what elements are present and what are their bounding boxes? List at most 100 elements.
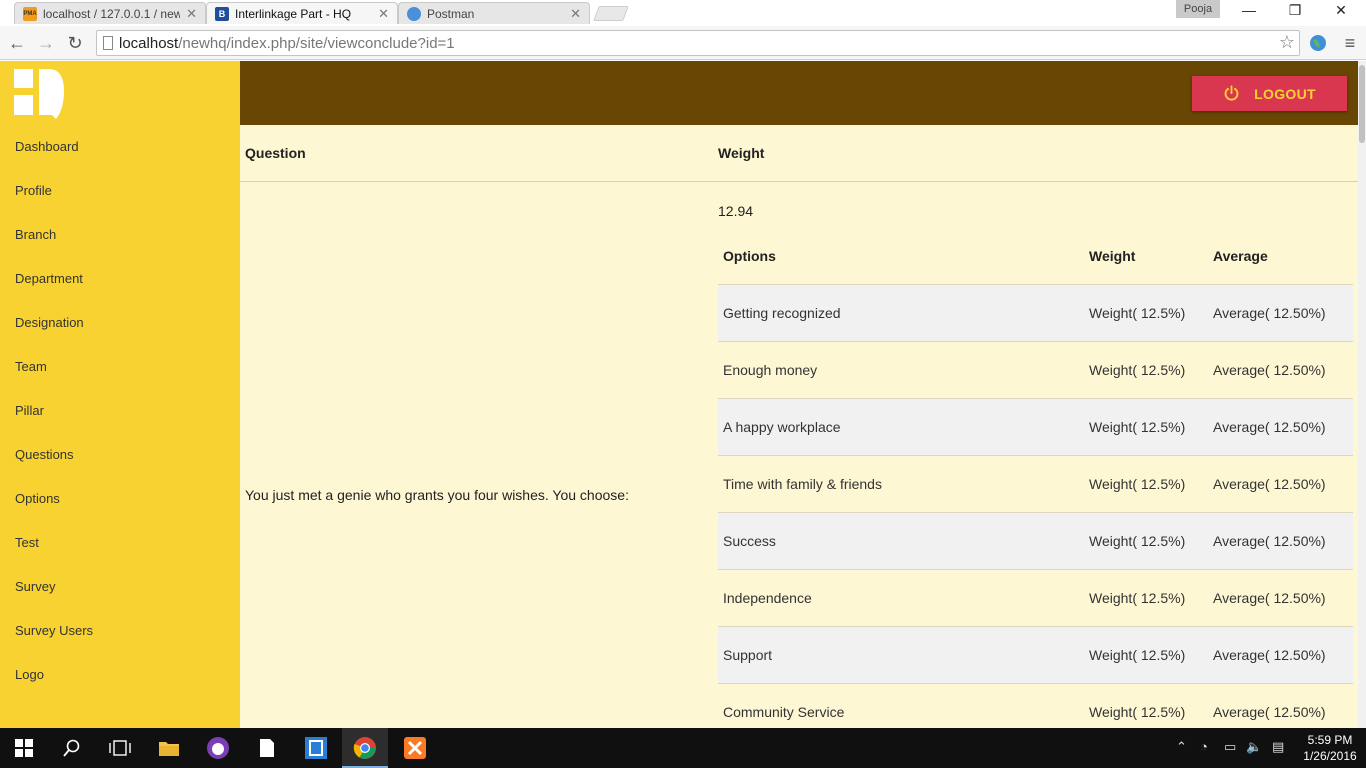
tab-title: Interlinkage Part - HQ [235, 6, 352, 21]
sidebar-item-survey[interactable]: Survey [15, 579, 55, 594]
file-explorer-icon[interactable] [155, 734, 183, 762]
url-path: /newhq/index.php/site/viewconclude?id=1 [178, 34, 455, 52]
sidebar-item-department[interactable]: Department [15, 271, 83, 286]
sidebar-item-test[interactable]: Test [15, 535, 39, 550]
option-average: Average( 12.50%) [1213, 704, 1326, 720]
forward-arrow-icon[interactable]: → [34, 31, 58, 55]
battery-icon[interactable]: ▭ [1224, 739, 1236, 755]
table-row: Success Weight( 12.5%) Average( 12.50%) [718, 512, 1353, 569]
close-tab-icon[interactable]: ✕ [378, 6, 389, 22]
globe-icon [407, 6, 421, 21]
windows-taskbar: ⌃ ◔ ▭ 🔈 ▤ 5:59 PM 1/26/2016 [0, 728, 1366, 768]
xampp-icon[interactable] [401, 734, 429, 762]
option-weight: Weight( 12.5%) [1089, 647, 1186, 663]
sidebar-item-logo[interactable]: Logo [15, 667, 44, 682]
option-name: Getting recognized [723, 305, 841, 321]
option-weight: Weight( 12.5%) [1089, 305, 1186, 321]
task-view-icon[interactable] [106, 734, 134, 762]
browser-toolbar: ← → ↻ localhost/newhq/index.php/site/vie… [0, 26, 1366, 60]
sidebar: Dashboard Profile Branch Department Desi… [0, 61, 240, 728]
option-average: Average( 12.50%) [1213, 647, 1326, 663]
question-weight-value: 12.94 [718, 203, 754, 219]
header-divider [240, 181, 1358, 182]
sidebar-item-profile[interactable]: Profile [15, 183, 52, 198]
table-row: Support Weight( 12.5%) Average( 12.50%) [718, 626, 1353, 683]
sidebar-item-survey-users[interactable]: Survey Users [15, 623, 93, 638]
browser-tabstrip: PMA localhost / 127.0.0.1 / new ✕ B Inte… [0, 0, 1366, 26]
scrollbar-thumb[interactable] [1359, 65, 1365, 143]
power-icon [1224, 85, 1239, 101]
option-average: Average( 12.50%) [1213, 305, 1326, 321]
reload-icon[interactable]: ↻ [63, 31, 87, 55]
weight-column-header: Weight [718, 145, 765, 161]
bookmark-star-icon[interactable]: ☆ [1279, 32, 1295, 53]
options-column-header: Options [723, 248, 776, 264]
menu-icon[interactable]: ≡ [1338, 31, 1362, 55]
browser-tab-interlinkage[interactable]: B Interlinkage Part - HQ ✕ [206, 2, 398, 24]
table-row: A happy workplace Weight( 12.5%) Average… [718, 398, 1353, 455]
sidebar-item-designation[interactable]: Designation [15, 315, 84, 330]
page-scrollbar[interactable] [1358, 61, 1366, 728]
sidebar-item-questions[interactable]: Questions [15, 447, 74, 462]
sidebar-item-options[interactable]: Options [15, 491, 60, 506]
option-name: Community Service [723, 704, 845, 720]
close-tab-icon[interactable]: ✕ [186, 6, 197, 22]
browser-tab-phpmyadmin[interactable]: PMA localhost / 127.0.0.1 / new ✕ [14, 2, 206, 24]
volume-icon[interactable]: 🔈 [1246, 739, 1262, 755]
sidebar-item-pillar[interactable]: Pillar [15, 403, 44, 418]
option-name: Enough money [723, 362, 818, 378]
close-tab-icon[interactable]: ✕ [570, 6, 581, 22]
browser-tab-postman[interactable]: Postman ✕ [398, 2, 590, 24]
sidebar-item-team[interactable]: Team [15, 359, 47, 374]
option-average: Average( 12.50%) [1213, 362, 1326, 378]
extension-globe-icon[interactable] [1306, 31, 1330, 55]
close-window-icon[interactable]: ✕ [1318, 2, 1364, 19]
table-row: Community Service Weight( 12.5%) Average… [718, 683, 1353, 728]
option-weight: Weight( 12.5%) [1089, 362, 1186, 378]
option-weight-column-header: Weight [1089, 248, 1136, 264]
option-name: Support [723, 647, 773, 663]
address-bar[interactable]: localhost/newhq/index.php/site/viewconcl… [96, 30, 1300, 56]
profile-chip[interactable]: Pooja [1176, 0, 1220, 18]
table-row: Time with family & friends Weight( 12.5%… [718, 455, 1353, 512]
phpmyadmin-icon: PMA [23, 6, 37, 21]
option-name: Independence [723, 590, 812, 606]
option-average: Average( 12.50%) [1213, 476, 1326, 492]
document-icon[interactable] [253, 734, 281, 762]
question-column-header: Question [245, 145, 306, 161]
tab-title: Postman [427, 6, 475, 21]
wifi-icon[interactable]: ◔ [1200, 739, 1208, 754]
app-purple-icon[interactable] [204, 734, 232, 762]
chrome-icon[interactable] [351, 734, 379, 762]
option-average: Average( 12.50%) [1213, 419, 1326, 435]
options-table-header: Options Weight Average [718, 233, 1353, 284]
search-icon[interactable] [58, 734, 86, 762]
sidebar-item-dashboard[interactable]: Dashboard [15, 139, 79, 154]
option-weight: Weight( 12.5%) [1089, 419, 1186, 435]
page-icon [103, 36, 113, 50]
logout-button[interactable]: LOGOUT [1192, 76, 1347, 111]
table-row: Independence Weight( 12.5%) Average( 12.… [718, 569, 1353, 626]
option-weight: Weight( 12.5%) [1089, 704, 1186, 720]
option-name: A happy workplace [723, 419, 841, 435]
new-tab-button[interactable] [593, 6, 629, 21]
taskbar-clock[interactable]: 5:59 PM 1/26/2016 [1295, 732, 1365, 764]
options-table: Options Weight Average Getting recognize… [718, 233, 1353, 728]
bootstrap-icon: B [215, 6, 229, 21]
sidebar-item-branch[interactable]: Branch [15, 227, 56, 242]
back-arrow-icon[interactable]: ← [5, 31, 29, 55]
minimize-icon[interactable]: — [1226, 2, 1272, 18]
option-weight: Weight( 12.5%) [1089, 533, 1186, 549]
logout-label: LOGOUT [1254, 85, 1316, 102]
notifications-icon[interactable]: ▤ [1272, 739, 1284, 755]
app-logo [14, 69, 64, 119]
question-text: You just met a genie who grants you four… [245, 487, 629, 503]
app-blue-icon[interactable] [302, 734, 330, 762]
top-header: LOGOUT [240, 61, 1366, 125]
chevron-up-icon[interactable]: ⌃ [1176, 739, 1187, 755]
windows-start-icon[interactable] [10, 734, 38, 762]
restore-icon[interactable]: ❐ [1272, 2, 1318, 19]
option-name: Time with family & friends [723, 476, 882, 492]
option-weight: Weight( 12.5%) [1089, 476, 1186, 492]
average-column-header: Average [1213, 248, 1268, 264]
